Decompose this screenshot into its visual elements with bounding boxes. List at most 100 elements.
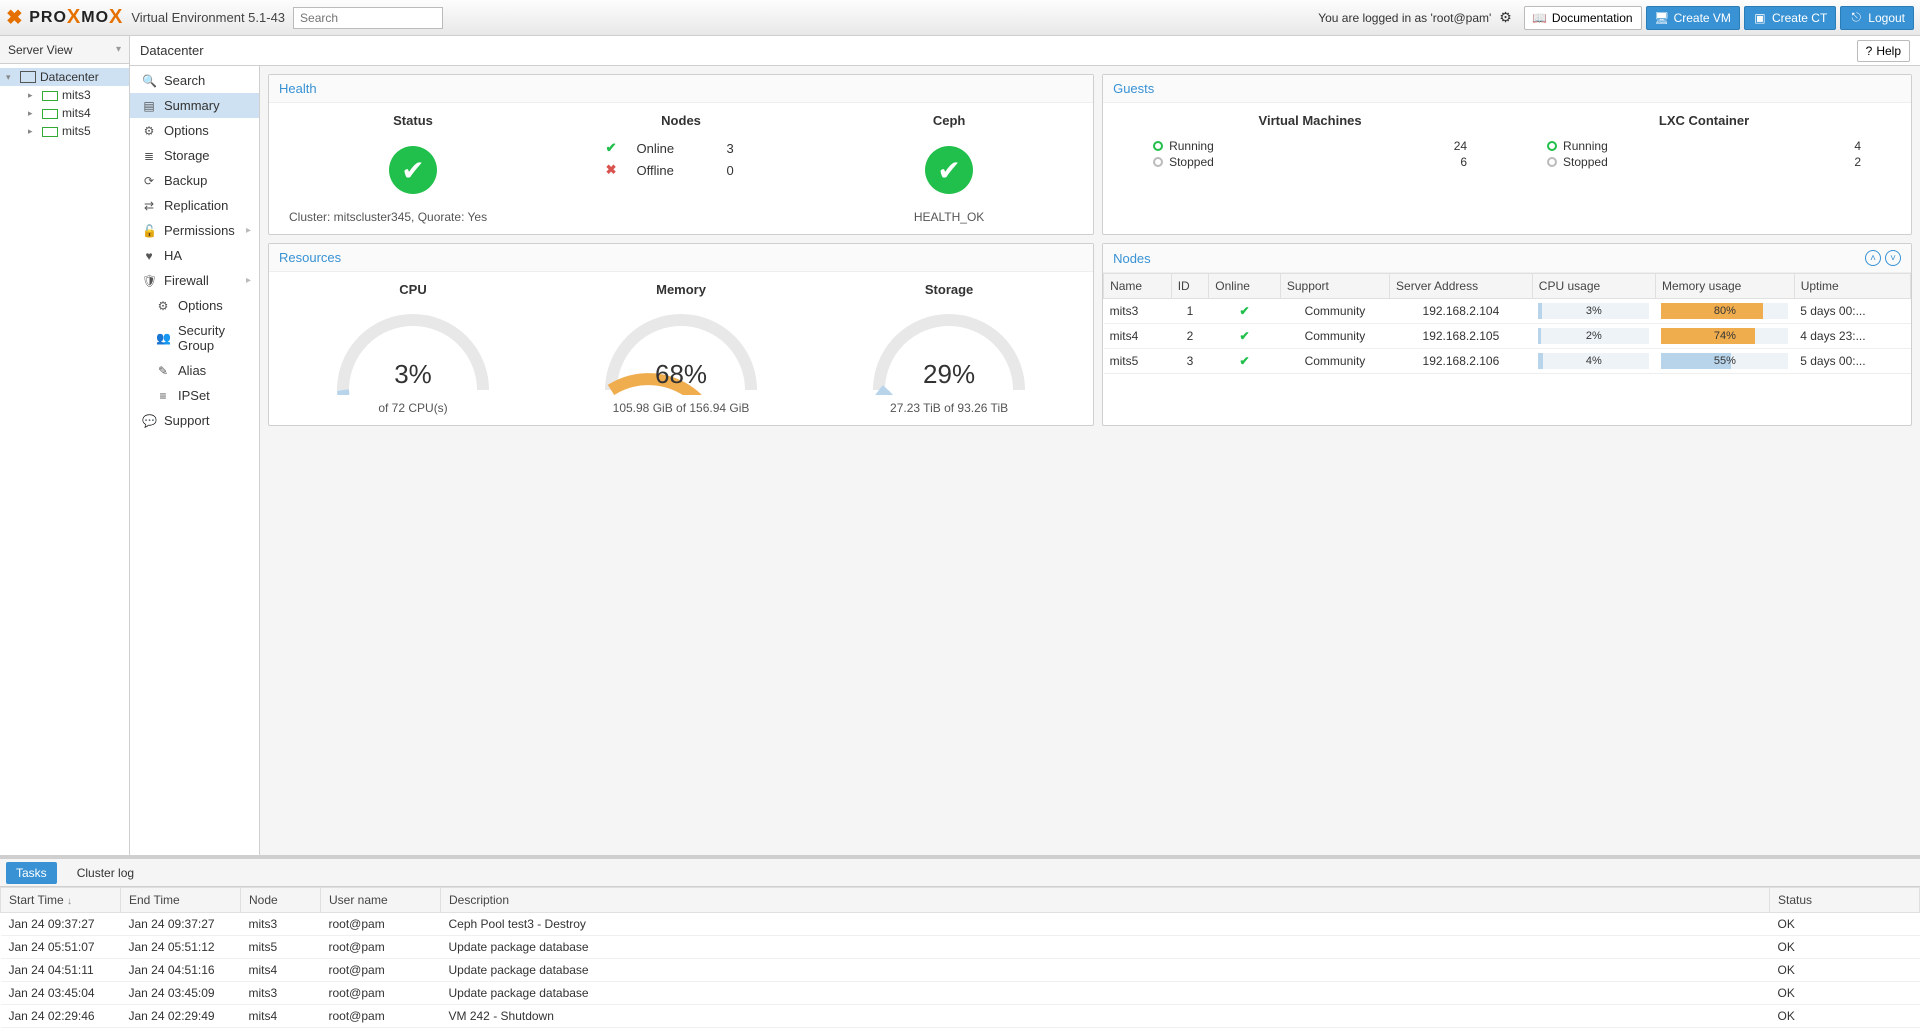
log-table-row[interactable]: Jan 24 05:51:07Jan 24 05:51:12mits5root@…	[1, 936, 1920, 959]
tree-view-selector[interactable]: Server View ▾	[0, 36, 129, 64]
nodes-col-header[interactable]: Online	[1209, 274, 1281, 299]
collapse-up-icon[interactable]: ˄	[1865, 250, 1881, 266]
menu-item-summary[interactable]: ▤ Summary	[130, 93, 259, 118]
log-col-header[interactable]: Start Time ↓	[1, 888, 121, 913]
expand-icon[interactable]: ▸	[28, 126, 38, 137]
summary-icon: ▤	[142, 99, 156, 113]
tree-item-node[interactable]: ▸ mits3	[0, 86, 129, 104]
expand-icon[interactable]: ▸	[28, 90, 38, 101]
log-table-row[interactable]: Jan 24 09:37:27Jan 24 09:37:27mits3root@…	[1, 913, 1920, 936]
tree-item-node[interactable]: ▸ mits4	[0, 104, 129, 122]
sort-desc-icon: ↓	[67, 896, 72, 907]
nodes-table-row[interactable]: mits42 ✔ Community192.168.2.105 2% 74% 4…	[1104, 324, 1911, 349]
chevron-right-icon: ▸	[246, 275, 251, 286]
nodes-col-header[interactable]: Server Address	[1390, 274, 1533, 299]
check-icon: ✔	[606, 140, 617, 156]
nodes-col-header[interactable]: Memory usage	[1655, 274, 1794, 299]
nodes-table: NameIDOnlineSupportServer AddressCPU usa…	[1103, 273, 1911, 374]
online-check-icon: ✔	[1240, 329, 1250, 343]
help-icon: ?	[1866, 44, 1873, 58]
alias-icon: ✎	[156, 364, 170, 378]
nodes-col-header[interactable]: CPU usage	[1532, 274, 1655, 299]
log-table-row[interactable]: Jan 24 03:45:04Jan 24 03:45:09mits3root@…	[1, 982, 1920, 1005]
options-icon: ⚙	[156, 299, 170, 313]
nodes-table-row[interactable]: mits53 ✔ Community192.168.2.106 4% 55% 5…	[1104, 349, 1911, 374]
menu-item-security group[interactable]: 👥 Security Group	[130, 318, 259, 358]
security group-icon: 👥	[156, 331, 170, 345]
menu-item-firewall[interactable]: 🛡 Firewall ▸	[130, 268, 259, 293]
menu-item-search[interactable]: 🔍 Search	[130, 68, 259, 93]
log-col-header[interactable]: End Time	[121, 888, 241, 913]
nodes-table-row[interactable]: mits31 ✔ Community192.168.2.104 3% 80% 5…	[1104, 299, 1911, 324]
tree-item-node[interactable]: ▸ mits5	[0, 122, 129, 140]
stopped-dot-icon	[1547, 157, 1557, 167]
menu-item-storage[interactable]: ≣ Storage	[130, 143, 259, 168]
nodes-col-header[interactable]: Uptime	[1794, 274, 1910, 299]
node-icon	[42, 107, 58, 119]
tab-tasks[interactable]: Tasks	[6, 862, 57, 884]
menu-item-permissions[interactable]: 🔓 Permissions ▸	[130, 218, 259, 243]
log-col-header[interactable]: Status	[1770, 888, 1920, 913]
expand-icon[interactable]: ▸	[28, 108, 38, 119]
tab-cluster-log[interactable]: Cluster log	[67, 862, 144, 884]
menu-item-backup[interactable]: ⟳ Backup	[130, 168, 259, 193]
guests-panel: Guests Virtual Machines Running24 Stoppe…	[1102, 74, 1912, 235]
breadcrumb-bar: Datacenter ?Help	[130, 36, 1920, 66]
menu-item-ipset[interactable]: ≡ IPSet	[130, 383, 259, 408]
help-button[interactable]: ?Help	[1857, 40, 1910, 62]
create-ct-button[interactable]: ▣Create CT	[1744, 6, 1836, 30]
gauge-memory: Memory 68% 105.98 GiB of 156.94 GiB	[547, 282, 815, 415]
expand-down-icon[interactable]: ˅	[1885, 250, 1901, 266]
tree-item-datacenter[interactable]: ▾ Datacenter	[0, 68, 129, 86]
permissions-icon: 🔓	[142, 224, 156, 238]
log-table-row[interactable]: Jan 24 02:29:46Jan 24 02:29:49mits4root@…	[1, 1005, 1920, 1028]
collapse-icon[interactable]: ▾	[6, 72, 16, 83]
online-check-icon: ✔	[1240, 354, 1250, 368]
log-table-row[interactable]: Jan 24 04:51:11Jan 24 04:51:16mits4root@…	[1, 959, 1920, 982]
node-icon	[42, 125, 58, 137]
page-title: Datacenter	[140, 43, 204, 58]
log-col-header[interactable]: Description	[441, 888, 1770, 913]
book-icon: 📖	[1533, 11, 1547, 25]
summary-dashboard: Health Status ✔ Cluster: mitscluster345,…	[260, 66, 1920, 855]
nodes-col-header[interactable]: Support	[1280, 274, 1389, 299]
options-icon: ⚙	[142, 124, 156, 138]
log-col-header[interactable]: Node	[241, 888, 321, 913]
monitor-icon: 🖥	[1655, 11, 1669, 25]
datacenter-icon	[20, 71, 36, 83]
create-vm-button[interactable]: 🖥Create VM	[1646, 6, 1740, 30]
gauge-storage: Storage 29% 27.23 TiB of 93.26 TiB	[815, 282, 1083, 415]
chevron-right-icon: ▸	[246, 225, 251, 236]
product-subtitle: Virtual Environment 5.1-43	[131, 10, 285, 25]
menu-item-alias[interactable]: ✎ Alias	[130, 358, 259, 383]
tasks-table: Start Time ↓End TimeNodeUser nameDescrip…	[0, 887, 1920, 1028]
health-panel: Health Status ✔ Cluster: mitscluster345,…	[268, 74, 1094, 235]
app-header: ✖ PROXMOX Virtual Environment 5.1-43 You…	[0, 0, 1920, 36]
logout-button[interactable]: ⎋Logout	[1840, 6, 1914, 30]
logo-x-icon: ✖	[6, 5, 24, 30]
documentation-button[interactable]: 📖Documentation	[1524, 6, 1642, 30]
stopped-dot-icon	[1153, 157, 1163, 167]
config-side-menu: 🔍 Search ▤ Summary ⚙ Options ≣ Storage ⟳…	[130, 66, 260, 855]
resource-tree-panel: Server View ▾ ▾ Datacenter ▸ mits3 ▸ mit…	[0, 36, 130, 855]
menu-item-replication[interactable]: ⇄ Replication	[130, 193, 259, 218]
gear-icon[interactable]: ⚙	[1499, 9, 1512, 26]
log-col-header[interactable]: User name	[321, 888, 441, 913]
chevron-down-icon: ▾	[116, 44, 121, 55]
node-icon	[42, 89, 58, 101]
menu-item-options[interactable]: ⚙ Options	[130, 293, 259, 318]
running-dot-icon	[1153, 141, 1163, 151]
menu-item-ha[interactable]: ♥ HA	[130, 243, 259, 268]
task-log-panel: Tasks Cluster log Start Time ↓End TimeNo…	[0, 855, 1920, 1031]
menu-item-options[interactable]: ⚙ Options	[130, 118, 259, 143]
nodes-col-header[interactable]: ID	[1171, 274, 1209, 299]
status-ok-icon: ✔	[389, 146, 437, 194]
nodes-panel: Nodes ˄ ˅ NameIDOnlineSupportServer Addr…	[1102, 243, 1912, 426]
menu-item-support[interactable]: 💬 Support	[130, 408, 259, 433]
support-icon: 💬	[142, 414, 156, 428]
storage-icon: ≣	[142, 149, 156, 163]
ceph-ok-icon: ✔	[925, 146, 973, 194]
login-status: You are logged in as 'root@pam'	[1318, 11, 1491, 25]
nodes-col-header[interactable]: Name	[1104, 274, 1172, 299]
search-input[interactable]	[293, 7, 443, 29]
